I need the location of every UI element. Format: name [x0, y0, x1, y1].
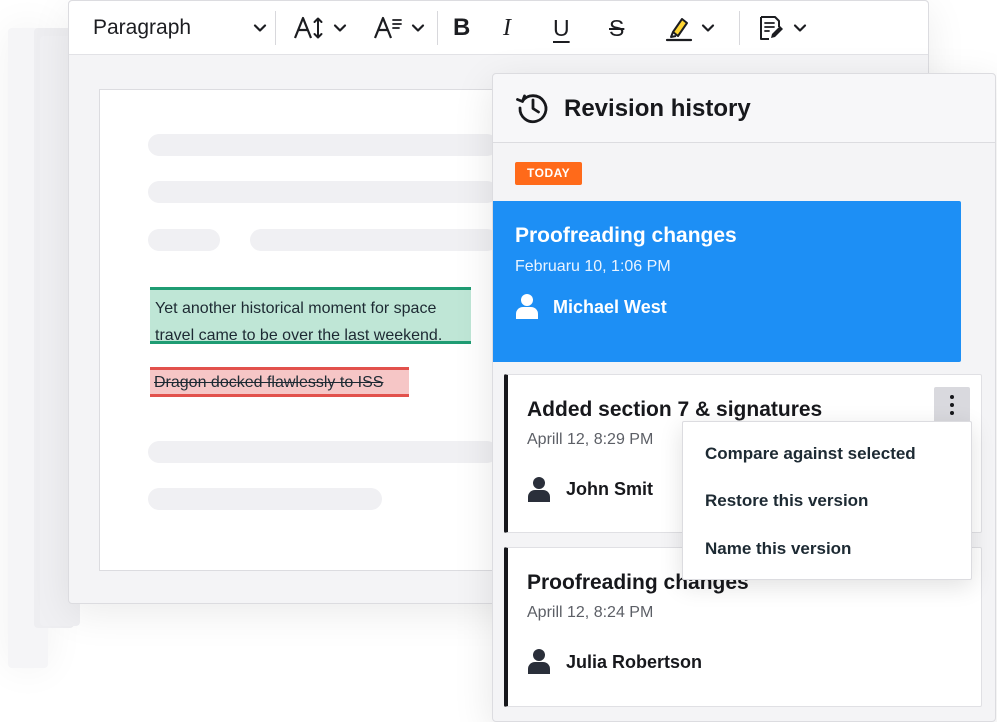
chevron-down-icon: [411, 24, 425, 32]
font-size-icon: [293, 16, 323, 39]
revision-author: Julia Robertson: [566, 652, 703, 672]
user-icon: [528, 649, 550, 674]
paragraph-label: Paragraph: [93, 16, 192, 39]
italic-button[interactable]: I: [503, 1, 511, 55]
more-dot-icon: [950, 395, 954, 399]
track-changes-dropdown[interactable]: [757, 1, 807, 55]
deleted-text-suggestion[interactable]: Dragon docked flawlessly to ISS: [150, 367, 409, 397]
revision-date: Aprill 12, 8:24 PM: [527, 604, 654, 621]
highlight-icon: [665, 18, 693, 42]
panel-header: Revision history: [493, 74, 995, 143]
more-dot-icon: [950, 403, 954, 407]
strikethrough-button[interactable]: S: [609, 1, 624, 55]
history-icon: [516, 94, 548, 124]
chevron-down-icon: [701, 24, 715, 32]
paragraph-dropdown[interactable]: Paragraph: [93, 1, 267, 55]
revision-item-selected[interactable]: Proofreading changes Februaru 10, 1:06 P…: [493, 201, 961, 362]
more-dot-icon: [950, 411, 954, 415]
placeholder-line: [148, 229, 220, 251]
revision-title: Added section 7 & signatures: [527, 398, 823, 421]
chevron-down-icon: [253, 24, 267, 32]
bold-button[interactable]: B: [453, 1, 470, 55]
revision-date: Februaru 10, 1:06 PM: [515, 258, 671, 275]
revision-date: Aprill 12, 8:29 PM: [527, 431, 654, 448]
revision-author: John Smit: [566, 479, 654, 499]
chevron-down-icon: [333, 24, 347, 32]
placeholder-line: [148, 181, 498, 203]
menu-item-restore[interactable]: Restore this version: [705, 491, 868, 511]
font-size-dropdown[interactable]: [293, 1, 347, 55]
toolbar-divider: [275, 11, 276, 45]
revision-author: Michael West: [553, 297, 667, 317]
user-icon: [528, 477, 550, 502]
placeholder-line: [250, 229, 498, 251]
toolbar-divider: [437, 11, 438, 45]
menu-item-compare[interactable]: Compare against selected: [705, 444, 916, 464]
placeholder-line: [148, 134, 498, 156]
editor-toolbar: Paragraph B I U S: [69, 1, 928, 55]
underline-button[interactable]: U: [553, 1, 570, 55]
track-changes-icon: [760, 16, 783, 40]
revision-context-menu: Compare against selected Restore this ve…: [682, 421, 972, 580]
user-icon: [516, 294, 538, 319]
placeholder-line: [148, 441, 498, 463]
placeholder-line: [148, 488, 382, 510]
font-style-icon: [373, 16, 402, 39]
font-style-dropdown[interactable]: [373, 1, 425, 55]
menu-item-name-version[interactable]: Name this version: [705, 539, 851, 559]
revision-title: Proofreading changes: [515, 224, 737, 247]
today-badge: TODAY: [515, 162, 583, 185]
toolbar-divider: [739, 11, 740, 45]
revision-more-button[interactable]: [934, 387, 970, 423]
inserted-text-suggestion[interactable]: Yet another historical moment for space …: [150, 287, 471, 344]
highlight-dropdown[interactable]: [665, 1, 715, 55]
panel-title: Revision history: [564, 95, 751, 122]
chevron-down-icon: [793, 24, 807, 32]
